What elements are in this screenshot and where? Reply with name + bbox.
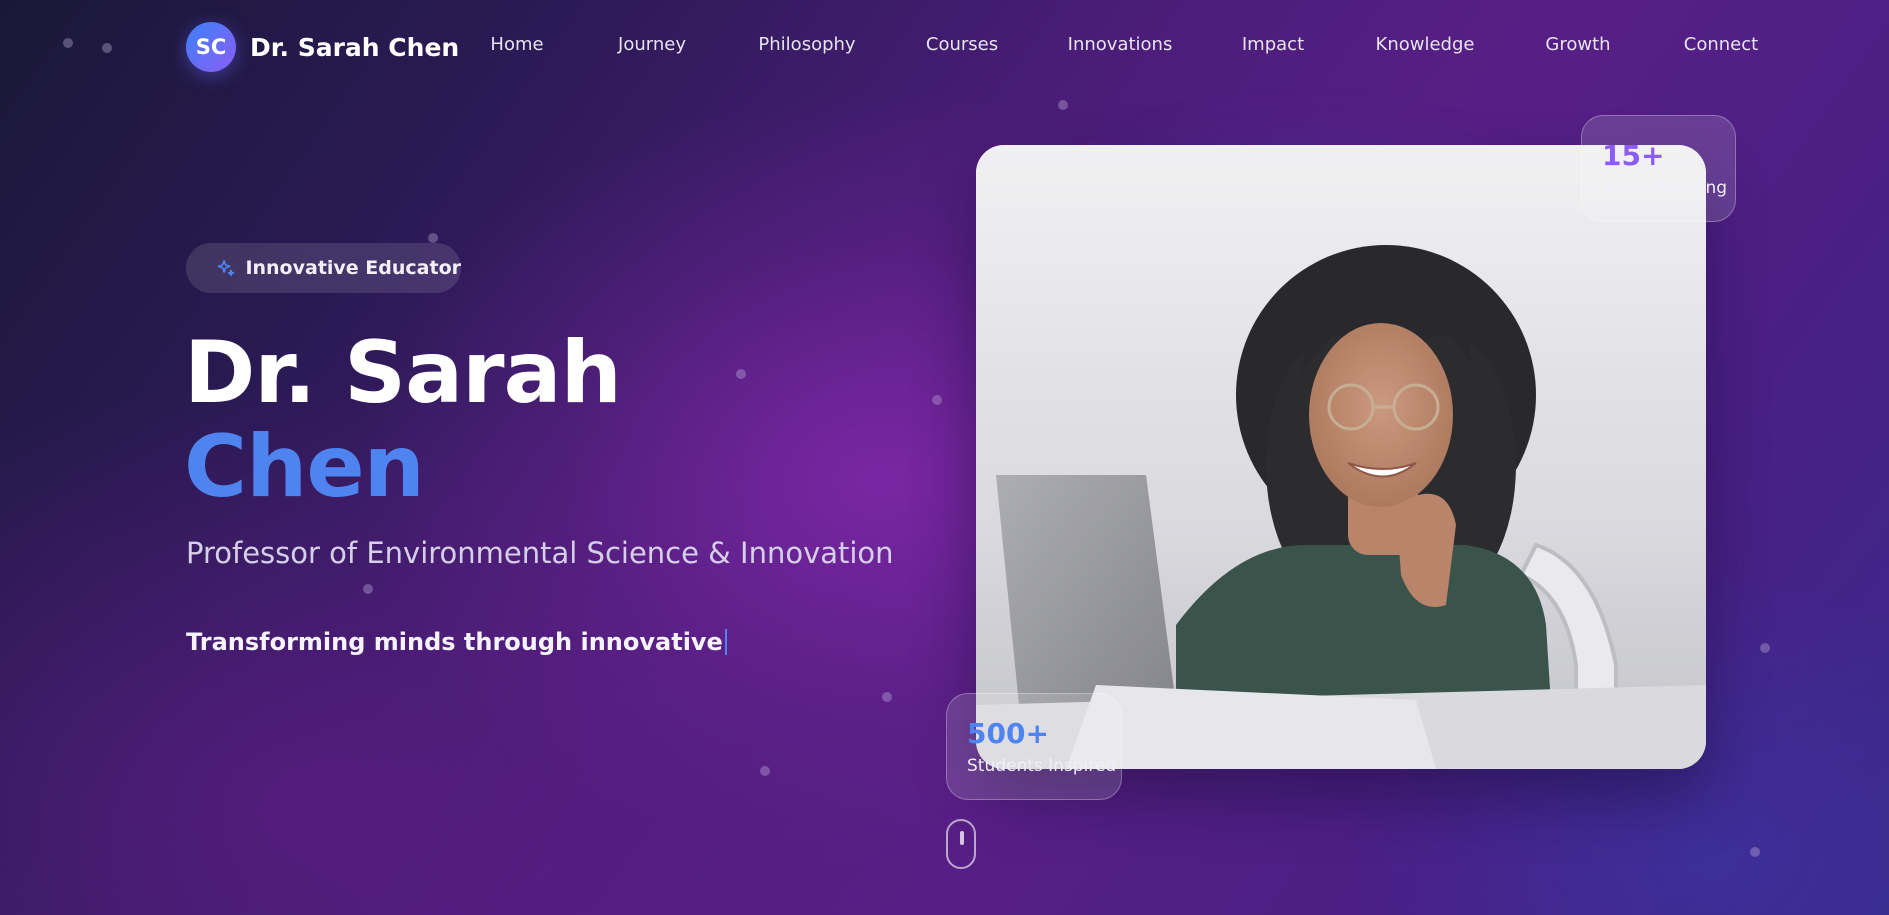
typewriter-line: Transforming minds through innovative [186,628,727,656]
scroll-down-indicator[interactable] [946,819,976,869]
nav-link-knowledge[interactable]: Knowledge [1376,34,1475,55]
nav-link-impact[interactable]: Impact [1242,34,1304,55]
nav-links: Home Journey Philosophy Courses Innovati… [0,34,1889,60]
nav-link-philosophy[interactable]: Philosophy [758,34,855,55]
badge-label: Innovative Educator [245,257,461,279]
sparkles-icon [217,259,235,277]
top-navigation: SC Dr. Sarah Chen Home Journey Philosoph… [0,0,1889,96]
students-inspired-label: Students Inspired [967,756,1117,776]
background-particle [1750,847,1760,857]
nav-link-connect[interactable]: Connect [1684,34,1758,55]
nav-link-home[interactable]: Home [490,34,543,55]
background-particle [428,233,438,243]
hero-name-first: Dr. Sarah [184,323,622,423]
background-particle [760,766,770,776]
students-inspired-value: 500+ [967,717,1049,750]
nav-link-journey[interactable]: Journey [618,34,686,55]
nav-link-innovations[interactable]: Innovations [1068,34,1173,55]
innovative-educator-badge: Innovative Educator [186,243,461,293]
background-particle [1058,100,1068,110]
typing-caret [724,629,727,655]
background-particle [932,395,942,405]
background-particle [1760,643,1770,653]
background-particle [736,369,746,379]
hero-name-last: Chen [184,417,425,517]
background-particle [63,38,73,48]
nav-link-growth[interactable]: Growth [1545,34,1610,55]
nav-link-courses[interactable]: Courses [926,34,998,55]
years-teaching-card: 15+ Years Teaching [1581,115,1736,222]
scroll-wheel-dot [960,831,964,845]
typewriter-text: Transforming minds through innovative [186,628,723,656]
years-teaching-value: 15+ [1602,139,1665,172]
years-teaching-label: Years Teaching [1602,178,1728,198]
students-inspired-card: 500+ Students Inspired [946,693,1122,800]
profile-photo-illustration [976,145,1706,769]
background-particle [882,692,892,702]
background-particle [363,584,373,594]
hero-subtitle: Professor of Environmental Science & Inn… [186,536,894,570]
profile-photo [976,145,1706,769]
background-particle [102,43,112,53]
